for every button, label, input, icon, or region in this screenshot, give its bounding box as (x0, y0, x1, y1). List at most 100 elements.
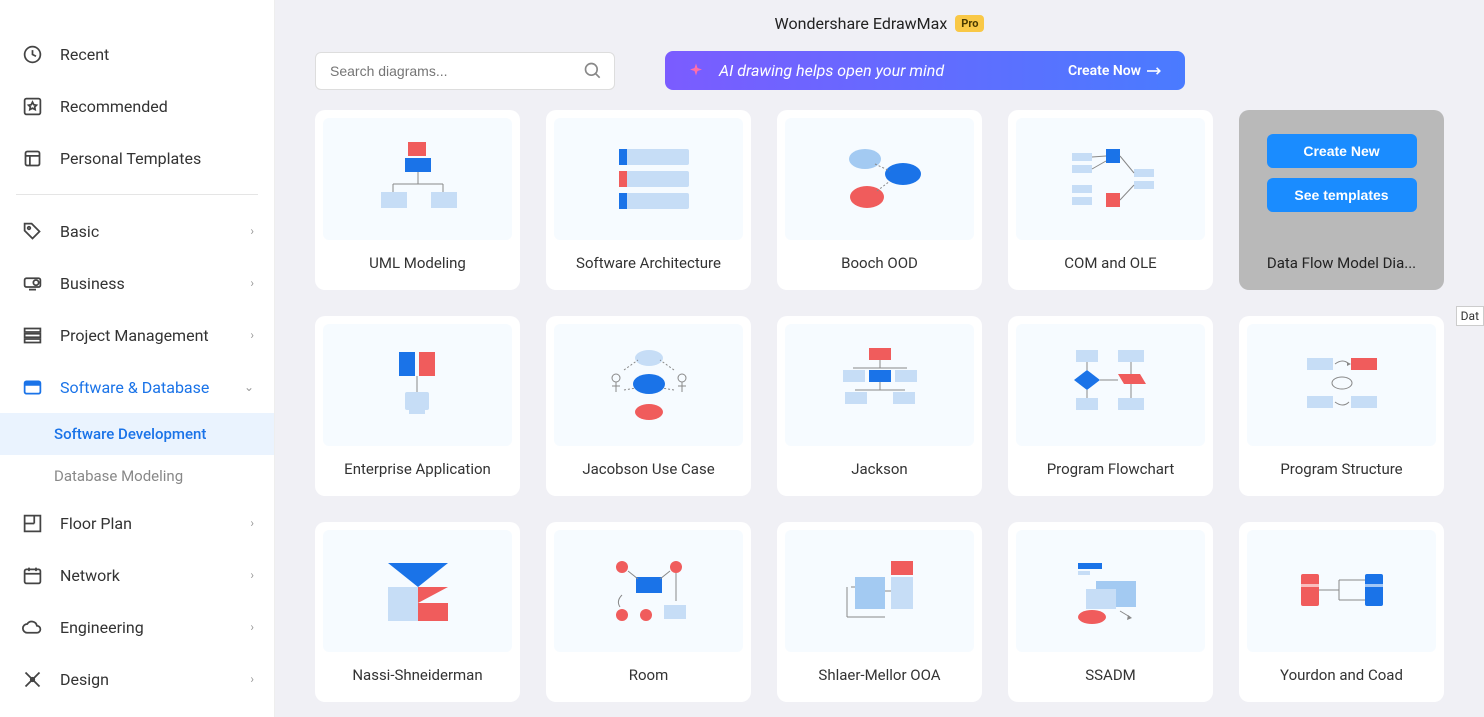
clock-icon (20, 42, 44, 66)
template-label: Nassi-Shneiderman (323, 660, 512, 694)
chevron-right-icon: › (250, 276, 254, 290)
toolbar: AI drawing helps open your mind Create N… (275, 41, 1484, 110)
template-card-room[interactable]: Room (546, 522, 751, 702)
template-card-enterprise[interactable]: Enterprise Application (315, 316, 520, 496)
template-thumb (1016, 530, 1205, 652)
chevron-right-icon: › (250, 568, 254, 582)
pro-badge: Pro (955, 15, 984, 32)
chevron-right-icon: › (250, 224, 254, 238)
floorplan-icon (20, 511, 44, 535)
layers-icon (20, 323, 44, 347)
ai-banner[interactable]: AI drawing helps open your mind Create N… (665, 51, 1185, 90)
template-thumb (323, 324, 512, 446)
template-thumb (554, 530, 743, 652)
template-card-booch[interactable]: Booch OOD (777, 110, 982, 290)
sidebar-item-recent[interactable]: Recent (0, 28, 274, 80)
projector-icon (20, 271, 44, 295)
template-thumb (785, 324, 974, 446)
sidebar-item-label: Network (60, 566, 120, 585)
ai-banner-text: AI drawing helps open your mind (719, 61, 1068, 80)
main-content: Wondershare EdrawMax Pro AI drawing help… (275, 0, 1484, 717)
chevron-right-icon: › (250, 620, 254, 634)
template-thumb (785, 118, 974, 240)
sidebar-item-floor-plan[interactable]: Floor Plan › (0, 497, 274, 549)
sidebar-item-recommended[interactable]: Recommended (0, 80, 274, 132)
chevron-down-icon: ⌄ (244, 380, 254, 394)
template-label: Room (554, 660, 743, 694)
template-thumb (1247, 530, 1436, 652)
template-label: Program Structure (1247, 454, 1436, 488)
app-title: Wondershare EdrawMax (775, 14, 948, 33)
sidebar-item-design[interactable]: Design› (0, 653, 274, 705)
ai-create-now-button[interactable]: Create Now (1068, 63, 1163, 79)
sidebar-item-business[interactable]: Business › (0, 257, 274, 309)
template-label: Shlaer-Mellor OOA (785, 660, 974, 694)
template-label: SSADM (1016, 660, 1205, 694)
calendar-icon (20, 563, 44, 587)
template-card-progstruct[interactable]: Program Structure (1239, 316, 1444, 496)
template-card-yourdon[interactable]: Yourdon and Coad (1239, 522, 1444, 702)
template-card-jackson[interactable]: Jackson (777, 316, 982, 496)
template-card-flowchart[interactable]: Program Flowchart (1008, 316, 1213, 496)
template-thumb (554, 324, 743, 446)
search-icon[interactable] (583, 61, 603, 81)
tag-icon (20, 219, 44, 243)
template-label: COM and OLE (1016, 248, 1205, 282)
template-label: Booch OOD (785, 248, 974, 282)
template-icon (20, 146, 44, 170)
sidebar-item-label: Business (60, 274, 125, 293)
sidebar-divider (16, 194, 258, 195)
template-card-nassi[interactable]: Nassi-Shneiderman (315, 522, 520, 702)
sidebar-item-label: Floor Plan (60, 514, 132, 533)
template-label: UML Modeling (323, 248, 512, 282)
template-card-jacobson[interactable]: Jacobson Use Case (546, 316, 751, 496)
template-thumb (554, 118, 743, 240)
chevron-right-icon: › (250, 328, 254, 342)
template-card-shlaer[interactable]: Shlaer-Mellor OOA (777, 522, 982, 702)
template-label: Jacobson Use Case (554, 454, 743, 488)
template-card-ssadm[interactable]: SSADM (1008, 522, 1213, 702)
sidebar-item-engineering[interactable]: Engineering › (0, 601, 274, 653)
search-input[interactable] (315, 52, 615, 90)
template-label: Software Architecture (554, 248, 743, 282)
sidebar-item-label: Recent (60, 45, 109, 64)
template-grid: UML Modeling Software Architecture Booch O… (275, 110, 1484, 702)
template-card-comole[interactable]: COM and OLE (1008, 110, 1213, 290)
chevron-right-icon: › (250, 672, 254, 686)
app-header: Wondershare EdrawMax Pro (275, 0, 1484, 41)
sidebar-item-basic[interactable]: Basic › (0, 205, 274, 257)
sidebar-subitem-software-development[interactable]: Software Development (0, 413, 274, 455)
sidebar-item-label: Recommended (60, 97, 168, 116)
sidebar-item-label: Software & Database (60, 378, 209, 397)
template-label: Data Flow Model Dia... (1247, 248, 1436, 282)
sidebar-item-project-management[interactable]: Project Management › (0, 309, 274, 361)
sidebar: Recent Recommended Personal Templates Basi… (0, 0, 275, 717)
template-label: Yourdon and Coad (1247, 660, 1436, 694)
hover-actions: Create New See templates (1267, 134, 1417, 212)
sidebar-item-network[interactable]: Network › (0, 549, 274, 601)
sidebar-item-personal-templates[interactable]: Personal Templates (0, 132, 274, 184)
template-card-dataflow[interactable]: Create New See templates Data Flow Model D… (1239, 110, 1444, 290)
template-label: Jackson (785, 454, 974, 488)
star-box-icon (20, 94, 44, 118)
template-label: Program Flowchart (1016, 454, 1205, 488)
see-templates-button[interactable]: See templates (1267, 178, 1417, 212)
template-label: Enterprise Application (323, 454, 512, 488)
search-box (315, 52, 615, 90)
template-thumb (1247, 324, 1436, 446)
template-card-arch[interactable]: Software Architecture (546, 110, 751, 290)
sidebar-item-software-database[interactable]: Software & Database ⌄ (0, 361, 274, 413)
template-thumb (323, 530, 512, 652)
create-new-button[interactable]: Create New (1267, 134, 1417, 168)
chevron-right-icon: › (250, 516, 254, 530)
sidebar-subitem-database-modeling[interactable]: Database Modeling (0, 455, 274, 497)
cloud-icon (20, 615, 44, 639)
template-thumb (1016, 118, 1205, 240)
template-thumb (323, 118, 512, 240)
sidebar-item-label: Engineering (60, 618, 144, 637)
template-card-uml[interactable]: UML Modeling (315, 110, 520, 290)
window-icon (20, 375, 44, 399)
sidebar-item-label: Project Management (60, 326, 209, 345)
template-thumb (1016, 324, 1205, 446)
sidebar-item-label: Basic (60, 222, 99, 241)
